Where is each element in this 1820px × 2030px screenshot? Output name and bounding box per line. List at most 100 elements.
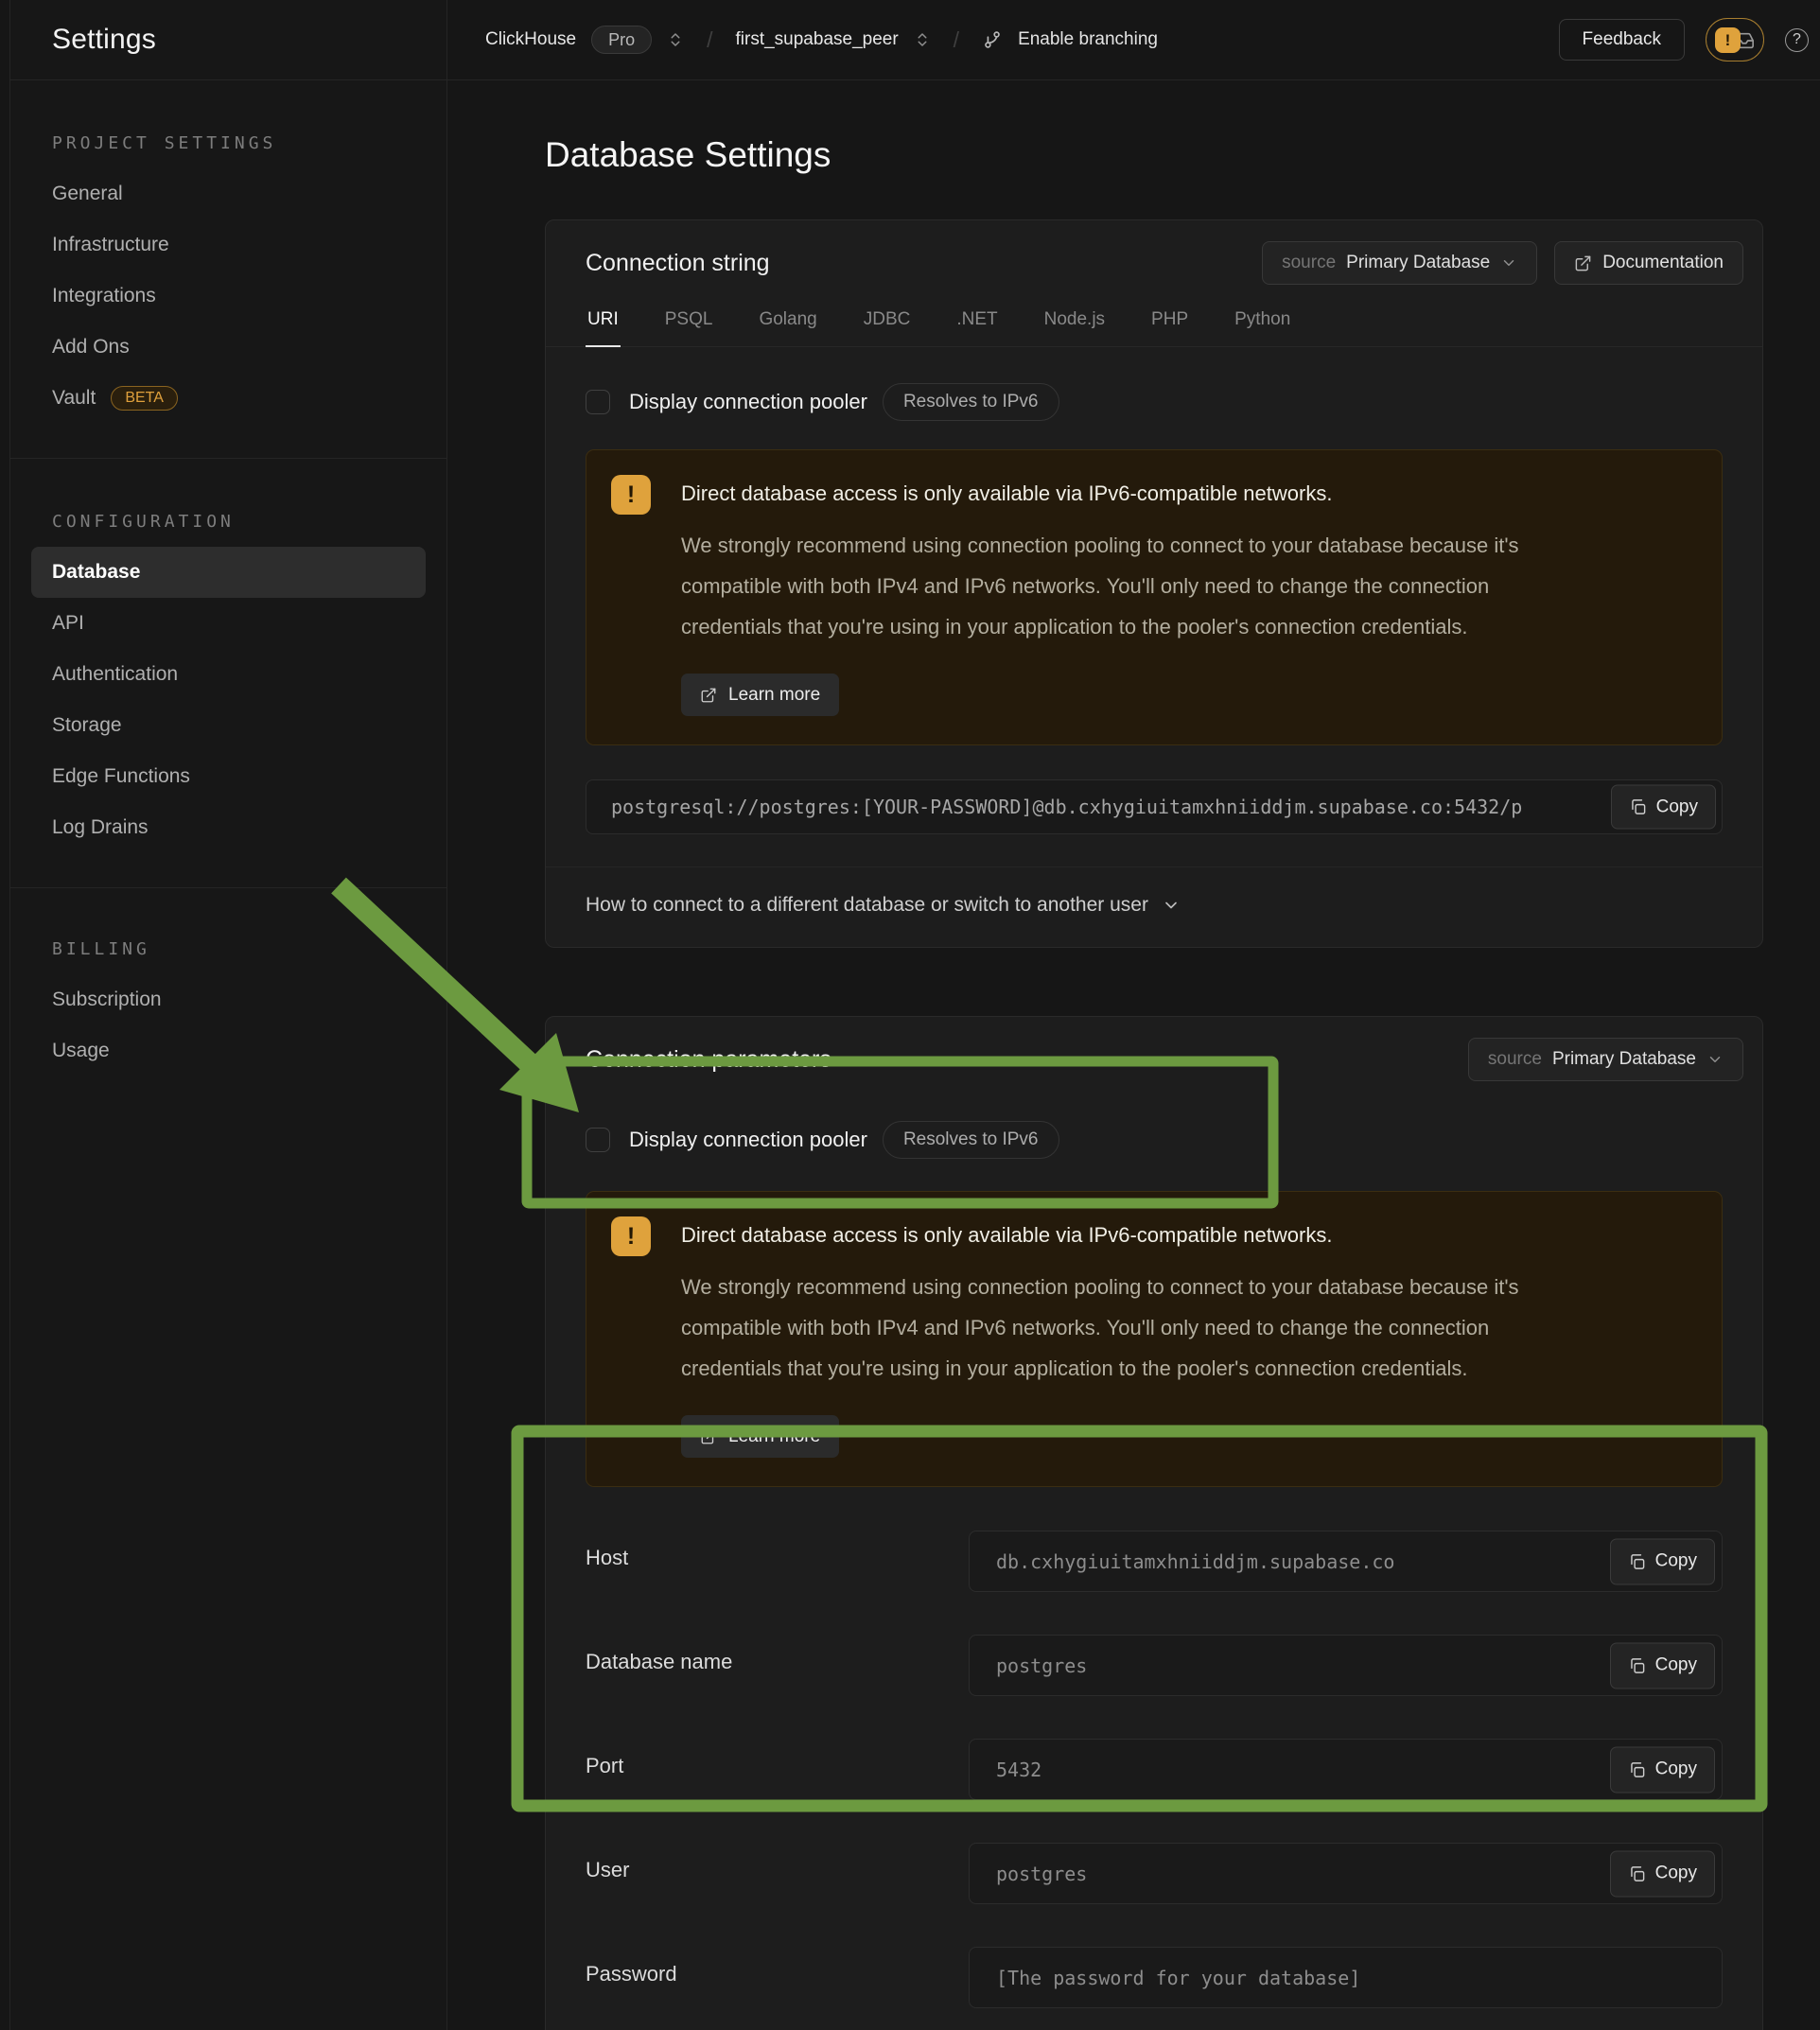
database-name-label: Database name bbox=[586, 1635, 969, 1696]
ipv6-warning-callout: ! Direct database access is only availab… bbox=[586, 1191, 1723, 1487]
learn-more-button[interactable]: Learn more bbox=[681, 674, 839, 716]
breadcrumb-separator: / bbox=[954, 27, 959, 53]
sidebar-divider bbox=[10, 887, 446, 888]
display-connection-pooler-checkbox[interactable] bbox=[586, 390, 610, 414]
external-link-icon bbox=[700, 687, 717, 704]
port-label: Port bbox=[586, 1739, 969, 1800]
beta-badge: BETA bbox=[111, 386, 178, 411]
sidebar-item-database[interactable]: Database bbox=[31, 547, 426, 598]
page-title: Database Settings bbox=[545, 135, 1820, 175]
chevron-down-icon bbox=[1162, 896, 1181, 915]
warning-badge-icon: ! bbox=[1715, 27, 1741, 53]
sidebar-item-integrations[interactable]: Integrations bbox=[31, 271, 426, 322]
breadcrumb-project[interactable]: first_supabase_peer bbox=[736, 29, 899, 50]
copy-port-button[interactable]: Copy bbox=[1610, 1746, 1715, 1793]
copy-host-button[interactable]: Copy bbox=[1610, 1538, 1715, 1584]
sidebar-divider bbox=[10, 458, 446, 459]
resolves-to-ipv6-badge: Resolves to IPv6 bbox=[883, 1121, 1059, 1159]
pooler-row: Display connection pooler Resolves to IP… bbox=[586, 383, 1723, 421]
learn-more-button[interactable]: Learn more bbox=[681, 1415, 839, 1458]
user-field[interactable]: postgres Copy bbox=[969, 1843, 1723, 1904]
breadcrumb-separator: / bbox=[707, 27, 712, 53]
port-row: Port 5432 Copy bbox=[586, 1739, 1723, 1800]
tab-nodejs[interactable]: Node.js bbox=[1042, 298, 1107, 347]
sidebar-nav: PROJECT SETTINGS General Infrastructure … bbox=[10, 133, 446, 1076]
copy-database-name-button[interactable]: Copy bbox=[1610, 1642, 1715, 1689]
external-link-icon bbox=[1574, 254, 1592, 272]
sidebar-item-edge-functions[interactable]: Edge Functions bbox=[31, 751, 426, 802]
tab-golang[interactable]: Golang bbox=[757, 298, 818, 347]
sidebar-item-api[interactable]: API bbox=[31, 598, 426, 649]
sidebar-item-general[interactable]: General bbox=[31, 168, 426, 219]
user-row: User postgres Copy bbox=[586, 1843, 1723, 1904]
feedback-button[interactable]: Feedback bbox=[1559, 19, 1685, 61]
database-name-row: Database name postgres Copy bbox=[586, 1635, 1723, 1696]
connection-string-actions: source Primary Database Documentation bbox=[1262, 241, 1743, 285]
sidebar-item-infrastructure[interactable]: Infrastructure bbox=[31, 219, 426, 271]
settings-sidebar: Settings PROJECT SETTINGS General Infras… bbox=[10, 0, 447, 2030]
sidebar-item-vault[interactable]: Vault BETA bbox=[31, 373, 426, 424]
connect-help-collapsible[interactable]: How to connect to a different database o… bbox=[546, 866, 1762, 947]
sidebar-item-usage[interactable]: Usage bbox=[31, 1025, 426, 1076]
section-header-billing: BILLING bbox=[52, 939, 446, 959]
tab-uri[interactable]: URI bbox=[586, 298, 621, 347]
header-actions: Feedback ! ? bbox=[1559, 18, 1814, 61]
warning-body: We strongly recommend using connection p… bbox=[681, 525, 1594, 647]
alert-icon: ! bbox=[611, 475, 651, 515]
connection-string-title: Connection string bbox=[586, 250, 770, 277]
display-connection-pooler-checkbox[interactable] bbox=[586, 1128, 610, 1152]
external-link-icon bbox=[700, 1428, 717, 1445]
connection-uri-field[interactable]: postgresql://postgres:[YOUR-PASSWORD]@db… bbox=[586, 779, 1723, 834]
tab-jdbc[interactable]: JDBC bbox=[862, 298, 913, 347]
connection-uri-value: postgresql://postgres:[YOUR-PASSWORD]@db… bbox=[611, 796, 1522, 818]
warning-title: Direct database access is only available… bbox=[681, 481, 1594, 506]
connection-parameters-header: Connection parameters source Primary Dat… bbox=[546, 1017, 1762, 1081]
pooler-label: Display connection pooler bbox=[629, 390, 867, 414]
host-field[interactable]: db.cxhygiuitamxhniiddjm.supabase.co Copy bbox=[969, 1531, 1723, 1592]
chevrons-up-down-icon[interactable] bbox=[914, 30, 931, 49]
copy-user-button[interactable]: Copy bbox=[1610, 1850, 1715, 1897]
tab-dotnet[interactable]: .NET bbox=[954, 298, 999, 347]
section-header-configuration: CONFIGURATION bbox=[52, 512, 446, 532]
documentation-button[interactable]: Documentation bbox=[1554, 241, 1743, 285]
sidebar-item-log-drains[interactable]: Log Drains bbox=[31, 802, 426, 853]
warning-body: We strongly recommend using connection p… bbox=[681, 1267, 1594, 1389]
copy-icon bbox=[1628, 1656, 1646, 1674]
sidebar-header: Settings bbox=[10, 0, 446, 80]
breadcrumb-org[interactable]: ClickHouse bbox=[485, 29, 576, 50]
git-branch-icon bbox=[982, 29, 1003, 50]
sidebar-item-add-ons[interactable]: Add Ons bbox=[31, 322, 426, 373]
password-field[interactable]: [The password for your database] bbox=[969, 1947, 1723, 2008]
copy-icon bbox=[1628, 1760, 1646, 1778]
app-window: Settings PROJECT SETTINGS General Infras… bbox=[0, 0, 1820, 2030]
notifications-button[interactable]: ! bbox=[1706, 18, 1764, 61]
sidebar-item-subscription[interactable]: Subscription bbox=[31, 974, 426, 1025]
copy-uri-button[interactable]: Copy bbox=[1611, 785, 1716, 830]
database-name-field[interactable]: postgres Copy bbox=[969, 1635, 1723, 1696]
password-label: Password bbox=[586, 1947, 969, 2008]
tab-python[interactable]: Python bbox=[1233, 298, 1292, 347]
chevrons-up-down-icon[interactable] bbox=[667, 30, 684, 49]
left-edge-strip bbox=[0, 0, 10, 2030]
section-header-project-settings: PROJECT SETTINGS bbox=[52, 133, 446, 153]
tab-psql[interactable]: PSQL bbox=[663, 298, 715, 347]
chevron-down-icon bbox=[1500, 254, 1517, 271]
help-button[interactable]: ? bbox=[1785, 28, 1809, 52]
connection-string-tabs: URI PSQL Golang JDBC .NET Node.js PHP Py… bbox=[546, 298, 1762, 347]
sidebar-title: Settings bbox=[52, 24, 156, 56]
sidebar-item-storage[interactable]: Storage bbox=[31, 700, 426, 751]
pooler-label: Display connection pooler bbox=[629, 1128, 867, 1152]
source-select[interactable]: source Primary Database bbox=[1468, 1038, 1743, 1081]
connection-parameters-card: Connection parameters source Primary Dat… bbox=[545, 1016, 1763, 2030]
copy-icon bbox=[1629, 798, 1647, 816]
plan-badge: Pro bbox=[591, 26, 652, 54]
port-field[interactable]: 5432 Copy bbox=[969, 1739, 1723, 1800]
host-row: Host db.cxhygiuitamxhniiddjm.supabase.co… bbox=[586, 1531, 1723, 1592]
ipv6-warning-callout: ! Direct database access is only availab… bbox=[586, 449, 1723, 745]
source-select[interactable]: source Primary Database bbox=[1262, 241, 1537, 285]
tab-php[interactable]: PHP bbox=[1149, 298, 1190, 347]
connection-parameters-title: Connection parameters bbox=[586, 1046, 831, 1074]
enable-branching-button[interactable]: Enable branching bbox=[1018, 29, 1158, 50]
copy-icon bbox=[1628, 1552, 1646, 1570]
sidebar-item-authentication[interactable]: Authentication bbox=[31, 649, 426, 700]
